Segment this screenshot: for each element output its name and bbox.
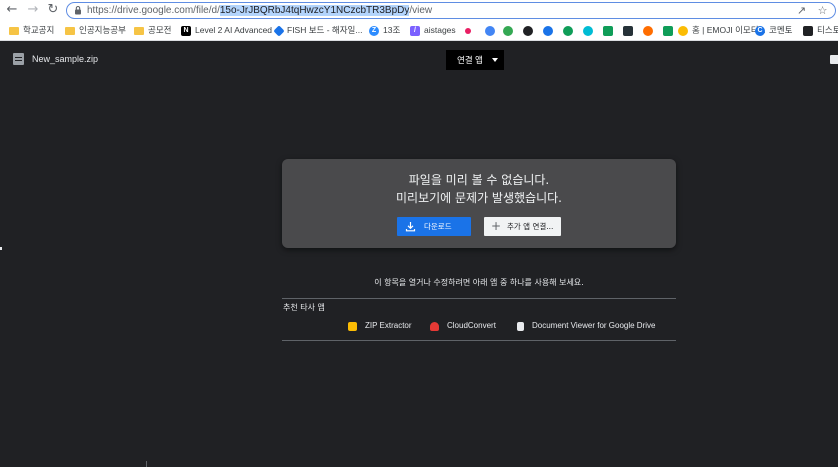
url-base: https://drive.google.com/file/d/	[87, 5, 220, 16]
bookmark-level2[interactable]: N Level 2 AI Advanced	[181, 21, 272, 40]
plus-icon: +	[491, 219, 502, 233]
comento-icon: C	[755, 25, 765, 36]
folder-icon	[134, 26, 144, 35]
notion-icon: N	[181, 25, 191, 36]
divider-top	[282, 298, 676, 299]
side-handle	[0, 247, 2, 250]
bookmark-icon-5[interactable]	[543, 21, 553, 40]
bookmark-fish-board[interactable]: FISH 보드 - 해자일...	[273, 21, 363, 40]
url-rest: /view	[409, 5, 433, 16]
app-label: ZIP Extractor	[365, 321, 412, 330]
back-arrow-icon[interactable]: ←	[4, 2, 20, 18]
app-cloudconvert[interactable]: CloudConvert	[430, 319, 496, 333]
bookmark-aistages[interactable]: / aistages	[410, 21, 456, 40]
favicon-1	[465, 27, 471, 34]
github-icon	[523, 25, 533, 36]
folder-icon	[9, 26, 19, 35]
file-name: New_sample.zip	[32, 54, 99, 64]
bookmark-label: 학교공지	[23, 25, 55, 35]
bookmark-folder-contest[interactable]: 공모전	[134, 21, 171, 40]
download-button[interactable]: 다운로드	[397, 217, 471, 236]
bookmark-tistory[interactable]: 티스토	[803, 21, 838, 40]
z-icon: Z	[369, 25, 379, 36]
new-window-icon[interactable]	[830, 55, 838, 64]
star-icon[interactable]: ☆	[816, 4, 829, 17]
url-selected: 15o-JrJBQRbJ4tqHwzcY1NCzcbTR3BpDy	[219, 5, 410, 16]
bookmark-icon-8[interactable]	[603, 21, 613, 40]
favicon-5	[543, 25, 553, 36]
bookmark-icon-2[interactable]	[485, 21, 495, 40]
url-text[interactable]: https://drive.google.com/file/d/15o-JrJB…	[87, 3, 432, 18]
bookmark-folder-ai-study[interactable]: 인공지능공부	[65, 21, 126, 40]
bookmark-icon-1[interactable]	[465, 21, 471, 40]
bookmark-icon-7[interactable]	[583, 21, 593, 40]
more-apps-label: 추가 앱 연결...	[507, 222, 554, 231]
bookmark-label: 공모전	[148, 25, 172, 35]
suggested-apps-label: 추천 타사 앱	[283, 303, 325, 312]
zip-extractor-icon	[348, 321, 357, 331]
bookmark-icon-6[interactable]	[563, 21, 573, 40]
bookmark-13jo[interactable]: Z 13조	[369, 21, 400, 40]
divider-bottom	[282, 340, 676, 341]
favicon-10	[643, 25, 653, 36]
forward-arrow-icon[interactable]: →	[25, 2, 41, 18]
app-document-viewer[interactable]: Document Viewer for Google Drive	[517, 319, 655, 333]
favicon-7	[583, 25, 593, 36]
bookmark-emoji[interactable]: 홈 | EMOJI 이모티...	[678, 21, 766, 40]
error-title: 파일을 미리 볼 수 없습니다.	[408, 173, 550, 187]
connect-more-apps-button[interactable]: + 추가 앱 연결...	[484, 217, 561, 236]
favicon-8	[603, 25, 613, 36]
bookmark-label: Level 2 AI Advanced	[195, 25, 273, 35]
favicon-3	[503, 25, 513, 36]
app-zip-extractor[interactable]: ZIP Extractor	[348, 319, 412, 333]
bookmark-label: 코멘토	[769, 25, 793, 35]
app-label: CloudConvert	[447, 321, 496, 330]
bookmark-comento[interactable]: C 코멘토	[755, 21, 792, 40]
helper-text: 이 항목을 열거나 수정하려면 아래 앱 중 하나를 사용해 보세요.	[374, 278, 584, 287]
drive-viewer: New_sample.zip 연결 앱 파일을 미리 볼 수 없습니다. 미리보…	[0, 41, 838, 467]
app-label: Document Viewer for Google Drive	[532, 321, 656, 330]
share-icon[interactable]: ↗	[795, 4, 808, 17]
caret-down-icon	[492, 58, 498, 62]
bookmark-icon-10[interactable]	[643, 21, 653, 40]
diamond-icon	[273, 24, 285, 37]
bookmark-label: 13조	[383, 25, 401, 35]
favicon-2	[485, 25, 495, 36]
open-with-button[interactable]: 연결 앱	[446, 50, 504, 70]
cloudconvert-icon	[430, 321, 439, 331]
address-bar[interactable]: https://drive.google.com/file/d/15o-JrJB…	[66, 2, 836, 19]
browser-toolbar: ← → ↻ https://drive.google.com/file/d/15…	[0, 0, 838, 22]
favicon-11	[663, 25, 673, 36]
bookmark-icon-3[interactable]	[503, 21, 513, 40]
bottom-tick	[146, 461, 147, 467]
bookmark-icon-9[interactable]	[623, 21, 633, 40]
bookmark-label: 티스토	[817, 25, 838, 35]
favicon-6	[563, 25, 573, 36]
download-label: 다운로드	[424, 222, 452, 231]
preview-error-card: 파일을 미리 볼 수 없습니다. 미리보기에 문제가 발생했습니다. 다운로드 …	[282, 159, 676, 248]
bookmarks-bar: 학교공지 인공지능공부 공모전 N Level 2 AI Advanced FI…	[0, 21, 838, 41]
bookmark-label: 인공지능공부	[79, 25, 126, 35]
folder-icon	[65, 26, 75, 35]
download-icon	[405, 222, 416, 232]
emoji-icon	[678, 25, 688, 36]
bookmark-icon-11[interactable]	[663, 21, 673, 40]
bookmark-label: aistages	[424, 25, 456, 35]
favicon-9	[623, 25, 633, 36]
file-type-icon	[13, 53, 24, 65]
open-with-label: 연결 앱	[457, 55, 483, 65]
document-viewer-icon	[517, 321, 524, 331]
reload-icon[interactable]: ↻	[45, 2, 61, 18]
aistages-icon: /	[410, 25, 420, 36]
bookmark-label: FISH 보드 - 해자일...	[287, 25, 363, 35]
tistory-icon	[803, 25, 813, 36]
error-subtitle: 미리보기에 문제가 발생했습니다.	[395, 191, 562, 205]
bookmark-icon-github[interactable]	[523, 21, 533, 40]
bookmark-folder-school[interactable]: 학교공지	[9, 21, 54, 40]
lock-icon[interactable]	[73, 5, 83, 15]
